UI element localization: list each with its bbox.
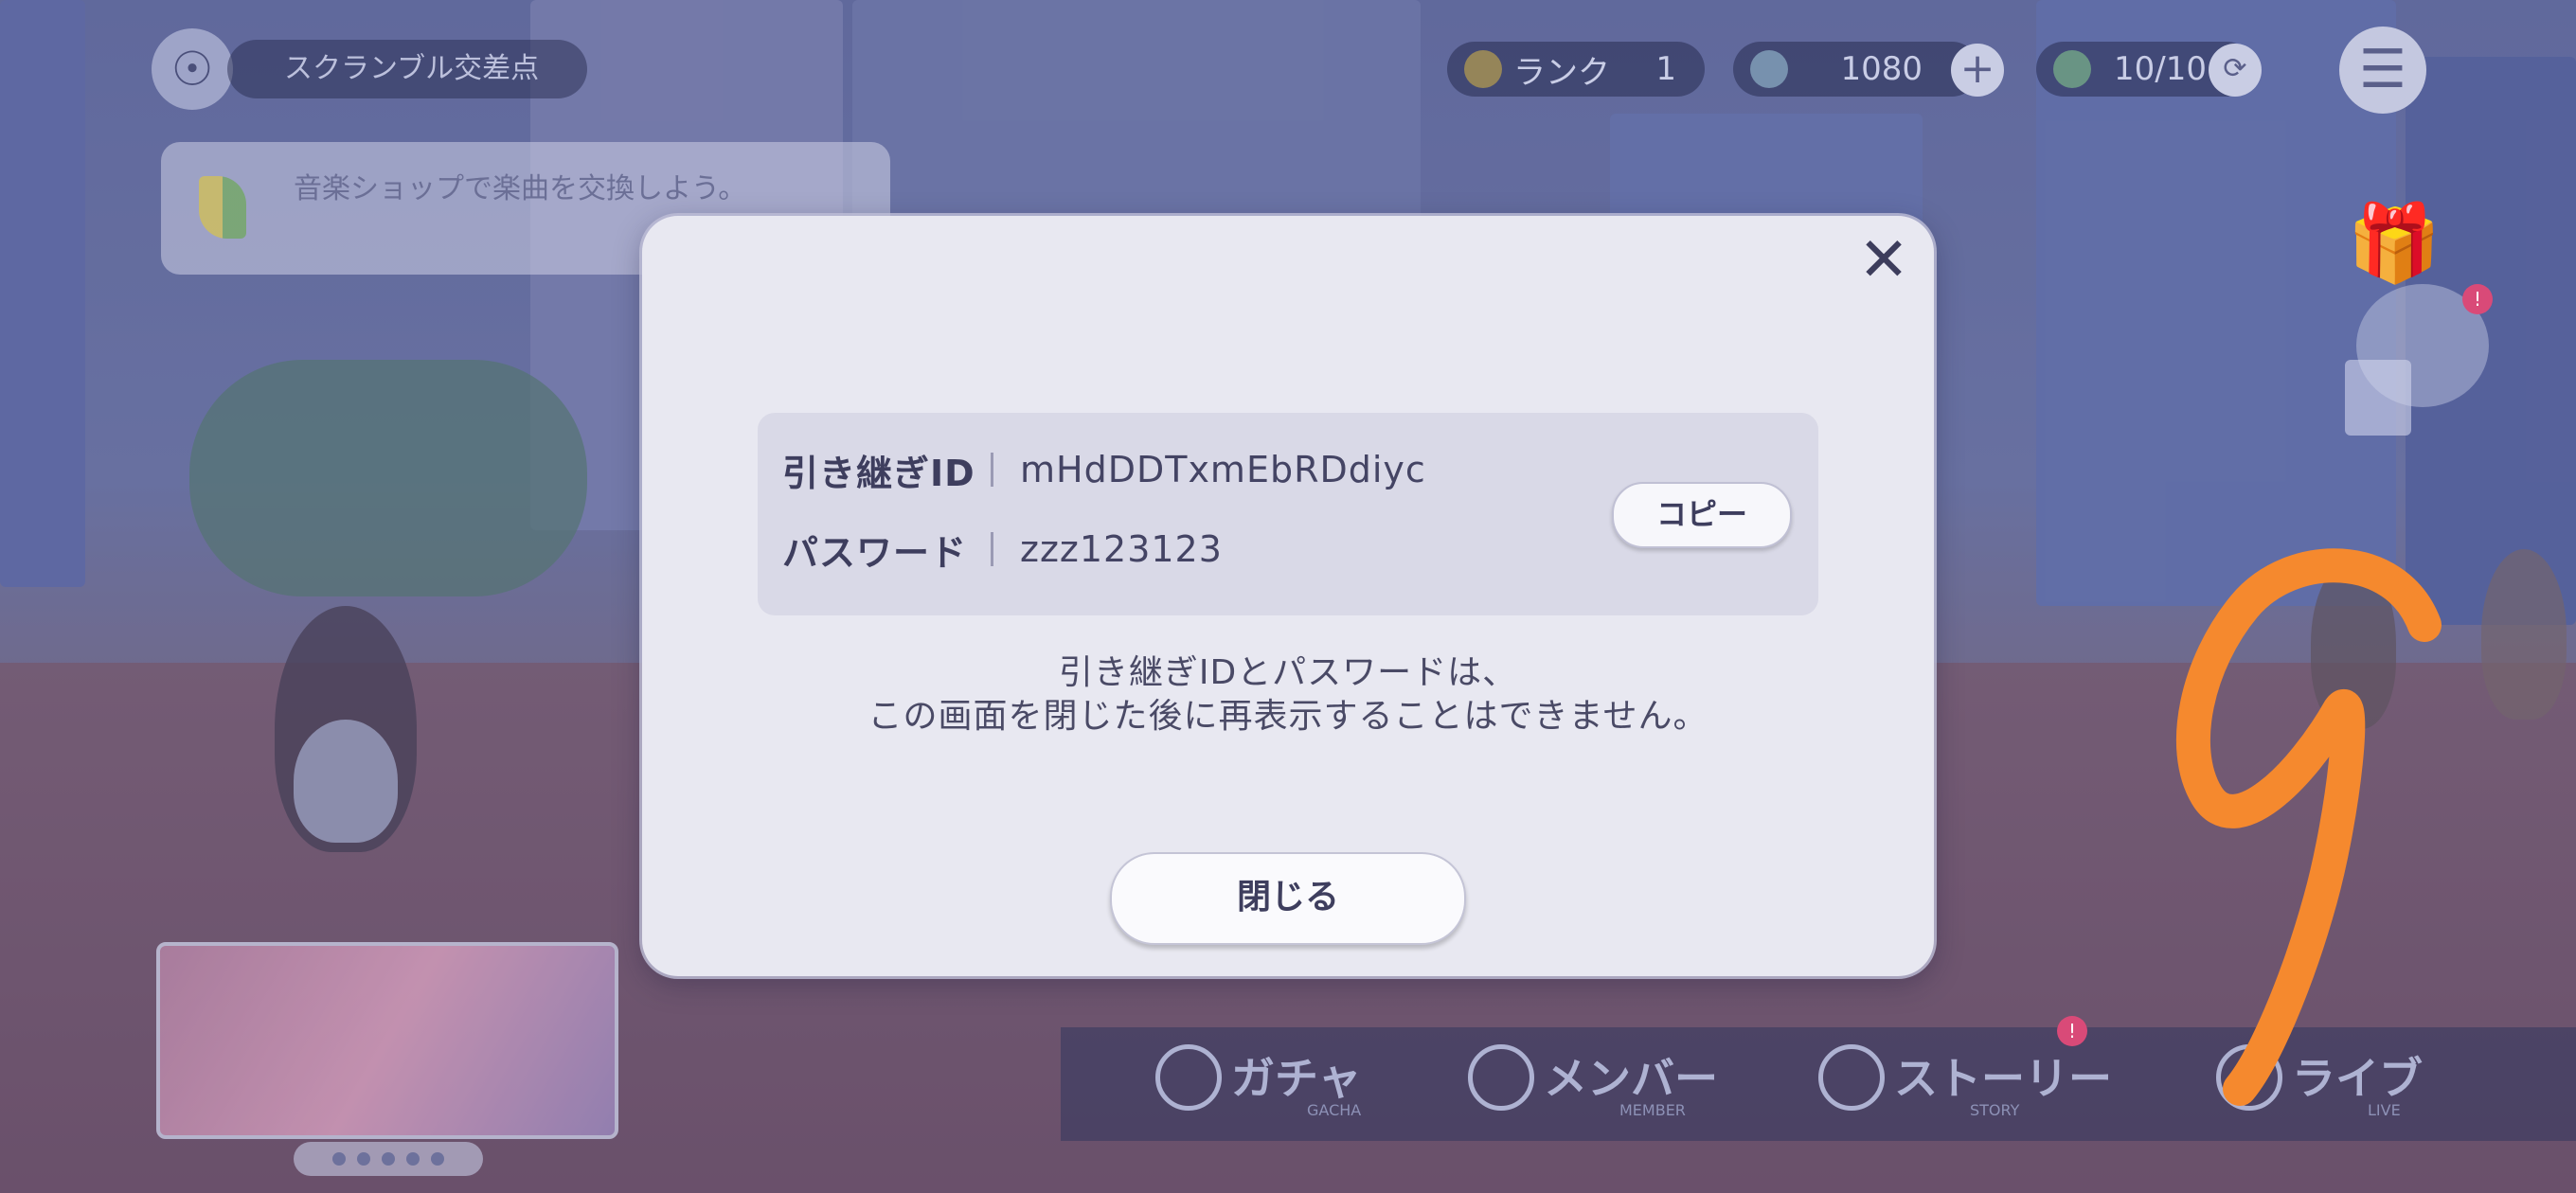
copy-button[interactable]: コピー xyxy=(1612,482,1792,548)
location-label: スクランブル交差点 xyxy=(227,40,587,98)
notification-badge: ! xyxy=(2462,284,2493,314)
gacha-icon xyxy=(1155,1044,1222,1111)
member-icon xyxy=(1468,1044,1534,1111)
mission-text: 音楽ショップで楽曲を交換しよう。 xyxy=(294,172,747,205)
beginner-mark-icon xyxy=(199,176,246,239)
credentials-box: 引き継ぎID mHdDDTxmEbRDdiyc パスワード zzz123123 … xyxy=(758,413,1818,615)
currency-display: 1080 xyxy=(1733,42,1979,97)
transfer-id-label: 引き継ぎID xyxy=(782,452,975,494)
story-icon xyxy=(1818,1044,1885,1111)
password-value: zzz123123 xyxy=(1020,528,1223,570)
nav-gacha[interactable]: ガチャ GACHA xyxy=(1155,1044,1362,1119)
hamburger-icon: ☰ xyxy=(2358,39,2407,100)
stamina-value: 10/10 xyxy=(2114,50,2207,88)
handwritten-nine-annotation xyxy=(2175,548,2442,1106)
gift-icon[interactable]: 🎁 xyxy=(2347,199,2442,288)
divider xyxy=(991,532,993,566)
globe-icon[interactable]: ☉ xyxy=(152,28,233,110)
rank-label: ランク xyxy=(1513,53,1610,92)
nav-story-label: ストーリー xyxy=(1894,1053,2112,1104)
password-label: パスワード xyxy=(782,531,968,574)
notice-icon[interactable] xyxy=(2345,360,2411,436)
note-icon xyxy=(1464,50,1502,88)
add-stamina-button[interactable]: ⟳ xyxy=(2209,44,2262,97)
warning-note: 引き継ぎIDとパスワードは、 この画面を閉じた後に再表示することはできません。 xyxy=(642,651,1934,739)
nav-story[interactable]: ストーリー STORY xyxy=(1818,1044,2112,1119)
transfer-id-row: 引き継ぎID mHdDDTxmEbRDdiyc xyxy=(782,441,1426,498)
nav-gacha-sub: GACHA xyxy=(1307,1101,1362,1119)
close-icon[interactable]: ✕ xyxy=(1854,230,1913,292)
annotation-stroke xyxy=(2175,548,2442,1106)
story-badge: ! xyxy=(2057,1016,2087,1046)
event-banner[interactable] xyxy=(156,942,618,1139)
password-row: パスワード zzz123123 xyxy=(782,521,1223,578)
rank-value: 1 xyxy=(1655,50,1676,88)
transfer-id-dialog: ✕ 引き継ぎID mHdDDTxmEbRDdiyc パスワード zzz12312… xyxy=(642,216,1934,976)
stamina-icon xyxy=(2053,50,2091,88)
add-currency-button[interactable]: + xyxy=(1951,44,2004,97)
note-line-1: 引き継ぎIDとパスワードは、 xyxy=(1058,653,1518,692)
nav-member-label: メンバー xyxy=(1544,1053,1718,1104)
transfer-id-value: mHdDDTxmEbRDdiyc xyxy=(1020,449,1426,490)
note-line-2: この画面を閉じた後に再表示することはできません。 xyxy=(868,697,1708,736)
nav-member[interactable]: メンバー MEMBER xyxy=(1468,1044,1718,1119)
nav-gacha-label: ガチャ xyxy=(1231,1053,1362,1104)
rank-display: ランク 1 xyxy=(1447,42,1705,97)
currency-value: 1080 xyxy=(1840,50,1923,88)
gem-icon xyxy=(1750,50,1788,88)
banner-pager[interactable] xyxy=(294,1142,483,1176)
close-button[interactable]: 閉じる xyxy=(1110,852,1466,945)
divider xyxy=(991,453,993,487)
menu-button[interactable]: ☰ xyxy=(2339,27,2426,114)
